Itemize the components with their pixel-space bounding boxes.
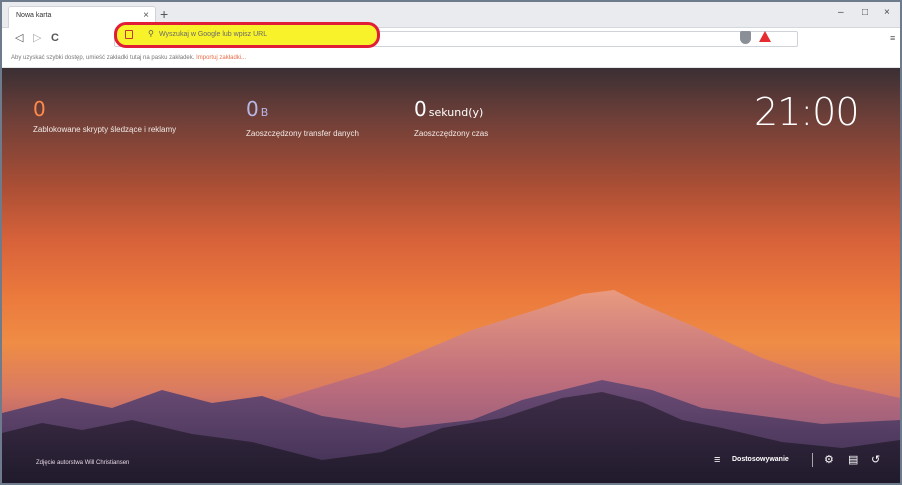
- browser-window: Nowa karta × + – □ × ◁ ▷ C ≡ ⚲ Wyszukaj …: [0, 0, 902, 485]
- settings-icon[interactable]: ⚙: [824, 453, 834, 467]
- history-icon[interactable]: ↺: [871, 453, 880, 467]
- stat-bandwidth-saved: 0B Zaoszczędzony transfer danych: [246, 98, 359, 138]
- new-tab-page: 0 Zablokowane skrypty śledzące i reklamy…: [2, 68, 900, 483]
- back-icon[interactable]: ◁: [15, 32, 23, 45]
- maximize-icon[interactable]: □: [862, 7, 868, 19]
- photo-credit[interactable]: Zdjęcie autorstwa Will Christiansen: [36, 460, 129, 466]
- menu-icon[interactable]: ≡: [890, 33, 895, 43]
- customize-icon[interactable]: ≡: [714, 453, 720, 467]
- minimize-icon[interactable]: –: [838, 7, 844, 19]
- bookmarks-hint-text: Aby uzyskać szybki dostęp, umieść zakład…: [11, 55, 195, 61]
- stat-trackers-value: 0: [33, 97, 46, 121]
- close-tab-icon[interactable]: ×: [143, 10, 149, 22]
- brave-rewards-icon[interactable]: [759, 31, 771, 42]
- clock: 21:00: [754, 90, 860, 134]
- bookmark-icon[interactable]: [125, 30, 133, 39]
- bookmarks-icon[interactable]: ▤: [848, 453, 858, 467]
- customize-button[interactable]: Dostosowywanie: [732, 456, 789, 463]
- stat-time-label: Zaoszczędzony czas: [414, 129, 489, 138]
- import-bookmarks-link[interactable]: Importuj zakładki...: [196, 55, 246, 61]
- forward-icon[interactable]: ▷: [33, 32, 41, 45]
- tab-title: Nowa karta: [16, 12, 52, 19]
- stat-trackers-blocked: 0 Zablokowane skrypty śledzące i reklamy: [33, 98, 176, 134]
- stat-time-value: 0 sekund(y): [414, 98, 488, 124]
- footer-divider: [812, 453, 813, 467]
- stat-time-saved: 0 sekund(y) Zaoszczędzony czas: [414, 98, 488, 138]
- address-bar-highlighted[interactable]: ⚲ Wyszukaj w Google lub wpisz URL: [114, 22, 380, 48]
- search-icon: ⚲: [148, 29, 154, 38]
- address-input[interactable]: Wyszukaj w Google lub wpisz URL: [159, 31, 267, 38]
- stat-time-unit: sekund(y): [428, 106, 484, 119]
- bookmarks-bar: Aby uzyskać szybki dostęp, umieść zakład…: [2, 50, 900, 68]
- reload-icon[interactable]: C: [51, 32, 59, 45]
- bookmarks-hint: Aby uzyskać szybki dostęp, umieść zakład…: [11, 55, 246, 61]
- new-tab-button[interactable]: +: [160, 6, 168, 22]
- stat-bandwidth-unit: B: [260, 106, 269, 119]
- stat-trackers-label: Zablokowane skrypty śledzące i reklamy: [33, 125, 177, 134]
- brave-shields-icon[interactable]: [740, 31, 751, 44]
- close-window-icon[interactable]: ×: [884, 7, 890, 19]
- stat-bandwidth-label: Zaoszczędzony transfer danych: [246, 129, 359, 138]
- stat-bandwidth-number: 0: [246, 97, 259, 121]
- stat-time-number: 0: [414, 97, 427, 121]
- stat-bandwidth-value: 0B: [246, 98, 359, 124]
